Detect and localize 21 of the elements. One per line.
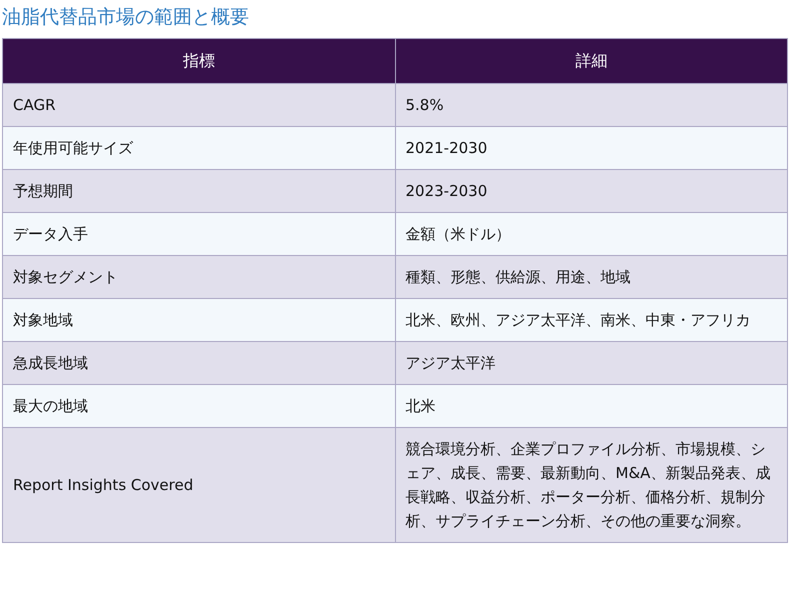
table-cell: 急成長地域 [2, 342, 395, 384]
table-cell: 北米 [395, 384, 788, 428]
table-cell: 年使用可能サイズ [2, 126, 395, 170]
table-cell: 最大の地域 [2, 384, 395, 428]
table-cell: 対象地域 [2, 298, 395, 342]
table-cell: 5.8% [395, 84, 788, 126]
table-cell: データ入手 [2, 212, 395, 256]
table-cell: 2023-2030 [395, 170, 788, 212]
table-cell: 北米、欧州、アジア太平洋、南米、中東・アフリカ [395, 298, 788, 342]
table-cell: 競合環境分析、企業プロファイル分析、市場規模、シェア、成長、需要、最新動向、M&A、新製品発表、成長戦略、収益分析、ポーター分析、価格分析、規制分析、サプライチェーン分析、その他の重要な洞察。 [395, 428, 788, 542]
table-cell: CAGR [2, 84, 395, 126]
table-cell: 2021-2030 [395, 126, 788, 170]
table-cell: 対象セグメント [2, 256, 395, 298]
section-title: 油脂代替品市場の範囲と概要 [2, 5, 250, 30]
column-header: 詳細 [395, 38, 788, 84]
table-cell: 金額（米ドル） [395, 212, 788, 256]
table-cell: Report Insights Covered [2, 428, 395, 542]
table-cell: 種類、形態、供給源、用途、地域 [395, 256, 788, 298]
column-header: 指標 [2, 38, 395, 84]
table-cell: 予想期間 [2, 170, 395, 212]
table-cell: アジア太平洋 [395, 342, 788, 384]
